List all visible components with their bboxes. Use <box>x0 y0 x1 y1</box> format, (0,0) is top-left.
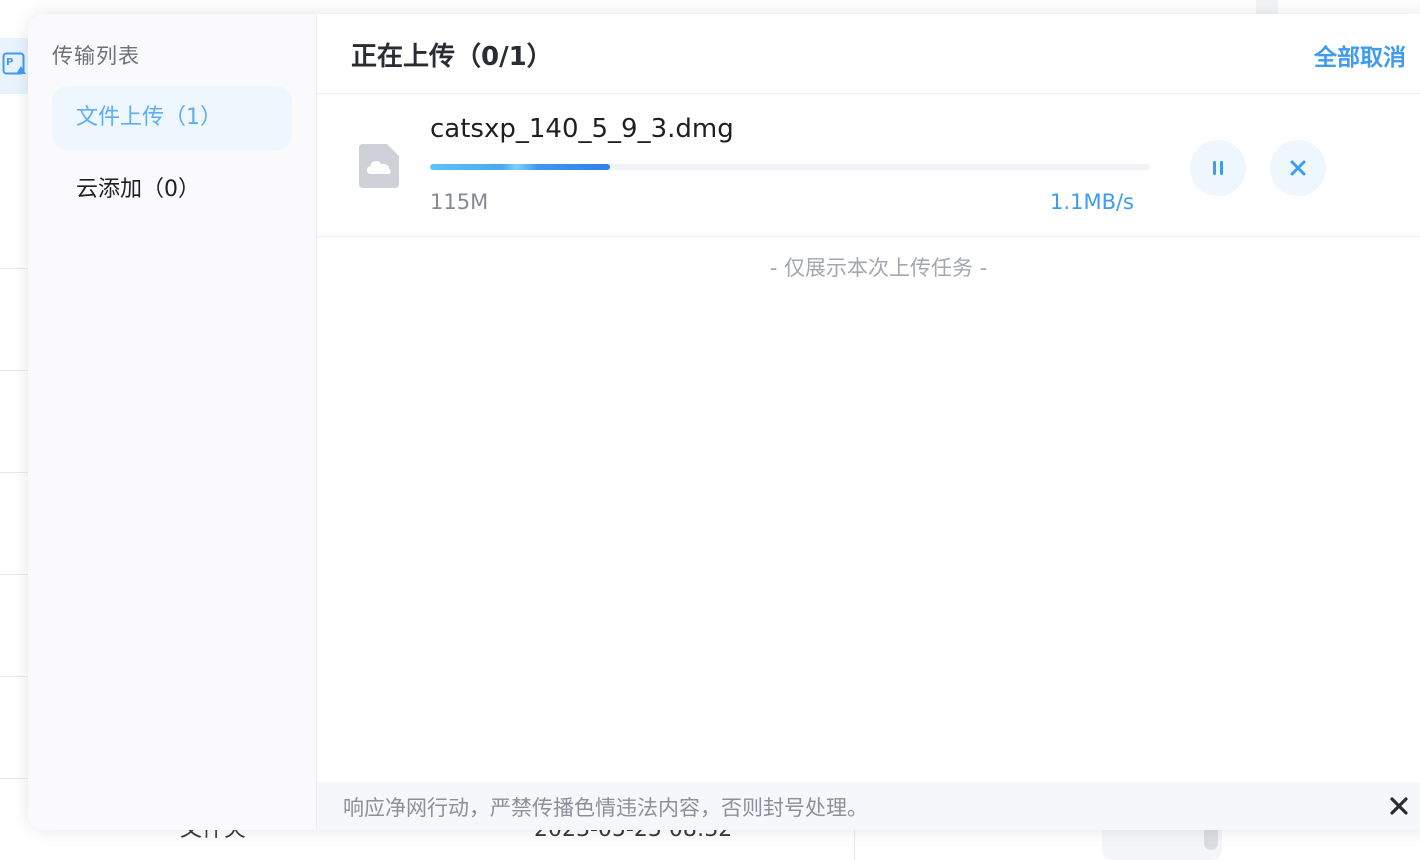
photo-icon: P <box>2 52 26 75</box>
pause-button[interactable] <box>1190 140 1246 196</box>
background-row-divider <box>0 472 28 473</box>
page-title: 正在上传（0/1） <box>351 42 553 72</box>
background-row-divider <box>0 370 28 371</box>
close-icon[interactable] <box>1388 795 1410 817</box>
app-logo[interactable]: P <box>0 38 28 94</box>
upload-hint: - 仅展示本次上传任务 - <box>769 256 988 280</box>
upload-header: 正在上传（0/1） 全部取消 <box>317 14 1420 94</box>
remove-task-button[interactable] <box>1270 140 1326 196</box>
transfer-sidebar: 传输列表 文件上传（1） 云添加（0） <box>28 14 317 830</box>
upload-progress-fill <box>430 164 610 170</box>
close-icon <box>1290 160 1306 176</box>
background-row-divider <box>0 268 28 269</box>
sidebar-item-file-upload[interactable]: 文件上传（1） <box>52 86 292 150</box>
background-row-divider <box>0 676 28 677</box>
upload-main: 正在上传（0/1） 全部取消 catsxp_140_5_9_3.dmg 115M… <box>317 14 1420 830</box>
svg-text:P: P <box>6 57 13 68</box>
cancel-all-button[interactable]: 全部取消 <box>1314 38 1406 72</box>
upload-task-row: catsxp_140_5_9_3.dmg 115M 1.1MB/s <box>317 94 1420 237</box>
sidebar-item-cloud-add[interactable]: 云添加（0） <box>52 158 292 222</box>
file-name: catsxp_140_5_9_3.dmg <box>430 114 734 144</box>
upload-progress-bar <box>430 164 1150 170</box>
file-size: 115M <box>430 190 489 214</box>
upload-speed: 1.1MB/s <box>1050 190 1134 214</box>
background-row-divider <box>0 574 28 575</box>
pause-icon <box>1213 161 1223 175</box>
notice-text: 响应净网行动，严禁传播色情违法内容，否则封号处理。 <box>343 796 868 820</box>
notice-bar: 响应净网行动，严禁传播色情违法内容，否则封号处理。 <box>317 782 1420 830</box>
background-scrollbar[interactable] <box>1102 826 1222 860</box>
background-top-notch <box>1256 0 1278 14</box>
background-left-bar: P <box>0 14 28 860</box>
background-column-divider <box>854 830 855 860</box>
background-row-divider <box>0 778 28 779</box>
sidebar-title: 传输列表 <box>52 44 140 68</box>
cloud-file-icon <box>359 144 399 188</box>
transfer-panel: 传输列表 文件上传（1） 云添加（0） 正在上传（0/1） 全部取消 catsx… <box>28 14 1420 830</box>
